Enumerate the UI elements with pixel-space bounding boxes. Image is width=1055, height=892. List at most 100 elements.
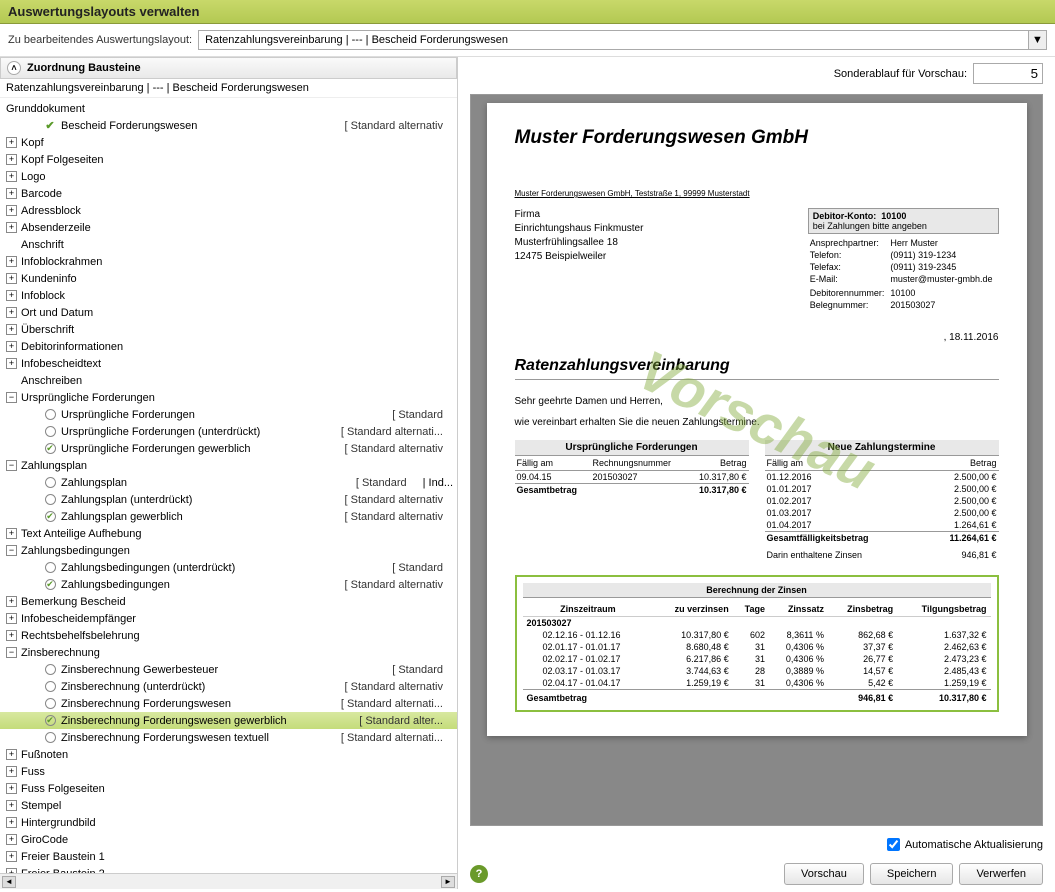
- tree-item[interactable]: Anschreiben: [0, 372, 457, 389]
- tree-item[interactable]: +Infoblock: [0, 287, 457, 304]
- expand-icon[interactable]: +: [6, 137, 17, 148]
- expand-icon[interactable]: +: [6, 834, 17, 845]
- expand-icon[interactable]: +: [6, 341, 17, 352]
- tree-item[interactable]: +Rechtsbehelfsbelehrung: [0, 627, 457, 644]
- tree-item[interactable]: −Zahlungsbedingungen: [0, 542, 457, 559]
- tree-item[interactable]: Zahlungsbedingungen (unterdrückt)[ Stand…: [0, 559, 457, 576]
- sonderablauf-input[interactable]: [973, 63, 1043, 84]
- tree-item[interactable]: −Zinsberechnung: [0, 644, 457, 661]
- expand-icon[interactable]: +: [6, 171, 17, 182]
- tree-item[interactable]: +Debitorinformationen: [0, 338, 457, 355]
- tree-item[interactable]: Zahlungsplan (unterdrückt)[ Standard alt…: [0, 491, 457, 508]
- chevron-down-icon[interactable]: ▼: [1028, 31, 1046, 49]
- collapse-icon[interactable]: ˄: [7, 61, 21, 75]
- radio-checked-icon[interactable]: [43, 714, 57, 728]
- tree-item[interactable]: +Stempel: [0, 797, 457, 814]
- expand-icon[interactable]: +: [6, 783, 17, 794]
- collapse-icon[interactable]: −: [6, 647, 17, 658]
- tree-item[interactable]: +Text Anteilige Aufhebung: [0, 525, 457, 542]
- tree-item[interactable]: Ursprüngliche Forderungen gewerblich[ St…: [0, 440, 457, 457]
- tree-item[interactable]: +Bemerkung Bescheid: [0, 593, 457, 610]
- tree-item[interactable]: +Infobescheidtext: [0, 355, 457, 372]
- tree-item[interactable]: Grunddokument: [0, 100, 457, 117]
- tree-item[interactable]: Anschrift: [0, 236, 457, 253]
- radio-icon[interactable]: [43, 697, 57, 711]
- preview-viewport[interactable]: Vorschau Muster Forderungswesen GmbH Mus…: [470, 94, 1043, 826]
- tree-item[interactable]: +Absenderzeile: [0, 219, 457, 236]
- tree-item[interactable]: +Hintergrundbild: [0, 814, 457, 831]
- radio-icon[interactable]: [43, 493, 57, 507]
- radio-icon[interactable]: [43, 476, 57, 490]
- expand-icon[interactable]: +: [6, 800, 17, 811]
- collapse-icon[interactable]: −: [6, 460, 17, 471]
- tree-item[interactable]: Zahlungsbedingungen[ Standard alternativ: [0, 576, 457, 593]
- radio-checked-icon[interactable]: [43, 578, 57, 592]
- vorschau-button[interactable]: Vorschau: [784, 863, 864, 885]
- tree-item[interactable]: Zinsberechnung (unterdrückt)[ Standard a…: [0, 678, 457, 695]
- expand-icon[interactable]: +: [6, 324, 17, 335]
- speichern-button[interactable]: Speichern: [870, 863, 954, 885]
- tree-item[interactable]: −Zahlungsplan: [0, 457, 457, 474]
- collapse-icon[interactable]: −: [6, 392, 17, 403]
- tree-item[interactable]: −Ursprüngliche Forderungen: [0, 389, 457, 406]
- auto-refresh-checkbox[interactable]: [887, 838, 900, 851]
- tree-item[interactable]: +Freier Baustein 1: [0, 848, 457, 865]
- tree-item[interactable]: +Fußnoten: [0, 746, 457, 763]
- collapse-icon[interactable]: −: [6, 545, 17, 556]
- expand-icon[interactable]: +: [6, 630, 17, 641]
- tree-item[interactable]: Ursprüngliche Forderungen (unterdrückt)[…: [0, 423, 457, 440]
- tree-item[interactable]: +Infobescheidempfänger: [0, 610, 457, 627]
- tree-item[interactable]: +Freier Baustein 2: [0, 865, 457, 873]
- tree-item[interactable]: Zinsberechnung Forderungswesen gewerblic…: [0, 712, 457, 729]
- layout-combo[interactable]: Ratenzahlungsvereinbarung | --- | Besche…: [198, 30, 1047, 50]
- tree-item[interactable]: +Logo: [0, 168, 457, 185]
- expand-icon[interactable]: +: [6, 290, 17, 301]
- expand-icon[interactable]: +: [6, 188, 17, 199]
- expand-icon[interactable]: +: [6, 596, 17, 607]
- expand-icon[interactable]: +: [6, 256, 17, 267]
- tree-item[interactable]: +Infoblockrahmen: [0, 253, 457, 270]
- help-icon[interactable]: ?: [470, 865, 488, 883]
- tree-item[interactable]: +Fuss: [0, 763, 457, 780]
- tree-item[interactable]: Zinsberechnung Gewerbesteuer[ Standard: [0, 661, 457, 678]
- tree-item[interactable]: Zahlungsplan[ Standard| Ind...: [0, 474, 457, 491]
- expand-icon[interactable]: +: [6, 749, 17, 760]
- tree[interactable]: Grunddokument✔Bescheid Forderungswesen[ …: [0, 98, 457, 873]
- expand-icon[interactable]: +: [6, 358, 17, 369]
- tree-item[interactable]: +Barcode: [0, 185, 457, 202]
- expand-icon[interactable]: +: [6, 528, 17, 539]
- radio-checked-icon[interactable]: [43, 510, 57, 524]
- tree-item[interactable]: +Kundeninfo: [0, 270, 457, 287]
- expand-icon[interactable]: +: [6, 817, 17, 828]
- tree-item[interactable]: Ursprüngliche Forderungen[ Standard: [0, 406, 457, 423]
- tree-item[interactable]: +Fuss Folgeseiten: [0, 780, 457, 797]
- tree-item[interactable]: Zinsberechnung Forderungswesen textuell[…: [0, 729, 457, 746]
- radio-icon[interactable]: [43, 680, 57, 694]
- panel-header[interactable]: ˄ Zuordnung Bausteine: [0, 57, 457, 79]
- tree-item[interactable]: +Ort und Datum: [0, 304, 457, 321]
- horizontal-scrollbar[interactable]: ◄ ►: [0, 873, 457, 889]
- tree-item[interactable]: +Adressblock: [0, 202, 457, 219]
- tree-item[interactable]: Zahlungsplan gewerblich[ Standard altern…: [0, 508, 457, 525]
- expand-icon[interactable]: +: [6, 613, 17, 624]
- expand-icon[interactable]: +: [6, 307, 17, 318]
- expand-icon[interactable]: +: [6, 205, 17, 216]
- expand-icon[interactable]: +: [6, 766, 17, 777]
- tree-item[interactable]: +Kopf: [0, 134, 457, 151]
- expand-icon[interactable]: +: [6, 851, 17, 862]
- radio-checked-icon[interactable]: [43, 442, 57, 456]
- expand-icon[interactable]: +: [6, 273, 17, 284]
- tree-item[interactable]: ✔Bescheid Forderungswesen[ Standard alte…: [0, 117, 457, 134]
- radio-icon[interactable]: [43, 408, 57, 422]
- verwerfen-button[interactable]: Verwerfen: [959, 863, 1043, 885]
- expand-icon[interactable]: +: [6, 154, 17, 165]
- scroll-right-icon[interactable]: ►: [441, 876, 455, 888]
- tree-item[interactable]: +Überschrift: [0, 321, 457, 338]
- tree-item[interactable]: +Kopf Folgeseiten: [0, 151, 457, 168]
- tree-item[interactable]: Zinsberechnung Forderungswesen[ Standard…: [0, 695, 457, 712]
- radio-icon[interactable]: [43, 561, 57, 575]
- expand-icon[interactable]: +: [6, 222, 17, 233]
- radio-icon[interactable]: [43, 425, 57, 439]
- radio-icon[interactable]: [43, 731, 57, 745]
- tree-item[interactable]: +GiroCode: [0, 831, 457, 848]
